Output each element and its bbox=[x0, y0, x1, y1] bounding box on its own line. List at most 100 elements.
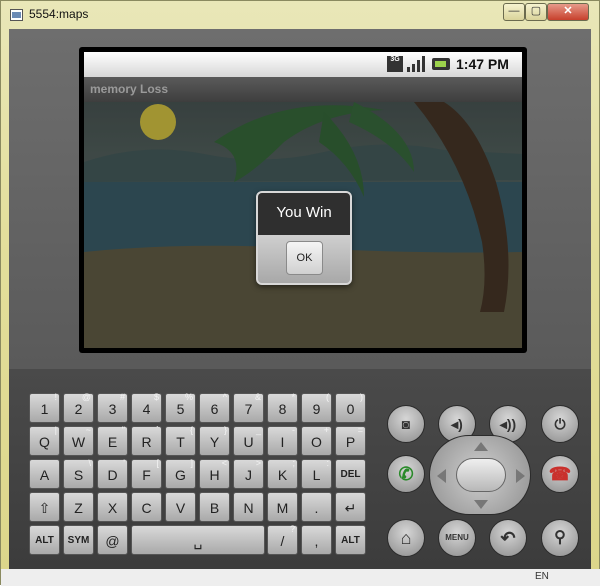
key[interactable]: , bbox=[301, 525, 332, 555]
key[interactable]: X bbox=[97, 492, 128, 522]
key[interactable]: 1! bbox=[29, 392, 60, 423]
dpad-up-icon[interactable] bbox=[474, 442, 488, 451]
key-label: @ bbox=[105, 533, 120, 549]
key-alt-label: : bbox=[326, 458, 329, 468]
key[interactable]: ALT bbox=[335, 525, 366, 555]
key[interactable]: @ bbox=[97, 525, 128, 555]
window-title: 5554:maps bbox=[29, 7, 89, 21]
key-label: 9 bbox=[312, 401, 321, 417]
key[interactable]: 2 @ bbox=[63, 392, 94, 423]
key[interactable]: 3 # bbox=[97, 392, 128, 423]
key[interactable]: R ` bbox=[131, 425, 162, 456]
key[interactable]: SYM bbox=[63, 525, 94, 555]
key[interactable]: P = bbox=[335, 425, 366, 456]
key[interactable]: 4 $ bbox=[131, 392, 162, 423]
power-icon[interactable]: ⏻ bbox=[541, 405, 579, 443]
key-label: F bbox=[142, 467, 151, 483]
key[interactable]: U _ bbox=[233, 425, 264, 456]
key-label: W bbox=[71, 434, 86, 450]
key[interactable]: V bbox=[165, 492, 196, 522]
key[interactable]: D ' bbox=[97, 458, 128, 489]
emulator-window: 5554:maps — ▢ ✕ 3G 1:47 PM memory Loss Y… bbox=[0, 0, 600, 586]
key[interactable]: 7 & bbox=[233, 392, 264, 423]
win-dialog: You Win OK bbox=[256, 191, 352, 285]
end-call-icon[interactable]: ☎ bbox=[541, 455, 579, 493]
key-label: 8 bbox=[278, 401, 287, 417]
key[interactable]: 9( bbox=[301, 392, 332, 423]
key[interactable]: ↵ bbox=[335, 492, 366, 522]
key-label: T bbox=[176, 434, 185, 450]
key-label: G bbox=[175, 467, 186, 483]
key-alt-label: [ bbox=[156, 458, 159, 468]
key[interactable]: W ~ bbox=[63, 425, 94, 456]
dpad-right-icon[interactable] bbox=[516, 469, 525, 483]
key[interactable]: H < bbox=[199, 458, 230, 489]
key-label: C bbox=[141, 500, 152, 516]
key[interactable]: L: bbox=[301, 458, 332, 489]
title-bar[interactable]: 5554:maps — ▢ ✕ bbox=[1, 1, 599, 29]
key[interactable]: T{ bbox=[165, 425, 196, 456]
key[interactable]: . bbox=[301, 492, 332, 522]
key[interactable]: 0) bbox=[335, 392, 366, 423]
key[interactable]: ALT bbox=[29, 525, 60, 555]
maximize-button[interactable]: ▢ bbox=[525, 3, 547, 21]
key[interactable]: Z bbox=[63, 492, 94, 522]
ok-button[interactable]: OK bbox=[286, 241, 323, 275]
dpad[interactable] bbox=[429, 435, 531, 515]
key[interactable]: K; bbox=[267, 458, 298, 489]
key[interactable]: 6 ^ bbox=[199, 392, 230, 423]
key[interactable]: O + bbox=[301, 425, 332, 456]
key-label: 2 bbox=[74, 401, 83, 417]
dpad-left-icon[interactable] bbox=[437, 469, 446, 483]
key[interactable]: B bbox=[199, 492, 230, 522]
key[interactable]: N bbox=[233, 492, 264, 522]
key-label: V bbox=[175, 500, 186, 516]
hardware-controls: 1! 2 @3 #4 $5% 6 ^ 7 & 8 * 9(0) Q | W ~ E " R ` T{Y} U _ I - O + P =… bbox=[9, 369, 591, 569]
key[interactable]: G] bbox=[165, 458, 196, 489]
key[interactable]: /? bbox=[267, 524, 298, 555]
close-button[interactable]: ✕ bbox=[547, 3, 589, 21]
key-label: ↵ bbox=[344, 500, 357, 516]
key[interactable]: 5% bbox=[165, 392, 196, 423]
key-label: K bbox=[277, 467, 288, 483]
key[interactable]: Y} bbox=[199, 425, 230, 456]
key[interactable]: A bbox=[29, 459, 60, 489]
key[interactable]: I- bbox=[267, 425, 298, 456]
key-alt-label: # bbox=[119, 392, 125, 402]
key[interactable]: M bbox=[267, 492, 298, 522]
dpad-center-button[interactable] bbox=[456, 458, 506, 492]
dpad-down-icon[interactable] bbox=[474, 500, 488, 509]
key-alt-label: ` bbox=[156, 425, 159, 435]
key[interactable]: 8 * bbox=[267, 392, 298, 423]
key-alt-label: % bbox=[184, 392, 193, 402]
back-icon[interactable]: ↶ bbox=[489, 519, 527, 557]
search-icon[interactable]: ⚲ bbox=[541, 519, 579, 557]
call-icon[interactable]: ✆ bbox=[387, 455, 425, 493]
key[interactable]: F[ bbox=[131, 458, 162, 489]
key-alt-label: \ bbox=[88, 458, 91, 468]
key-label: ⇧ bbox=[38, 500, 51, 516]
language-indicator[interactable]: EN bbox=[535, 571, 549, 582]
key-alt-label: ) bbox=[360, 392, 363, 402]
app-window-icon bbox=[10, 9, 23, 21]
key[interactable]: S \ bbox=[63, 458, 94, 489]
minimize-button[interactable]: — bbox=[503, 3, 525, 21]
key-label: 6 bbox=[210, 401, 219, 417]
key[interactable]: DEL bbox=[335, 459, 366, 489]
key-label: ␣ bbox=[193, 533, 203, 549]
key[interactable]: C bbox=[131, 492, 162, 522]
key-label: A bbox=[39, 467, 50, 483]
key-alt-label: + bbox=[323, 425, 329, 435]
key[interactable]: ⇧ bbox=[29, 492, 60, 522]
camera-icon[interactable]: ◙ bbox=[387, 405, 425, 443]
device-screen[interactable]: 3G 1:47 PM memory Loss You Win OK bbox=[84, 52, 522, 348]
key[interactable]: E " bbox=[97, 425, 128, 456]
home-icon[interactable]: ⌂ bbox=[387, 519, 425, 557]
menu-button[interactable]: MENU bbox=[438, 519, 476, 557]
space-key[interactable]: ␣ bbox=[131, 525, 265, 555]
key[interactable]: J > bbox=[233, 458, 264, 489]
key-label: E bbox=[107, 434, 118, 450]
key[interactable]: Q | bbox=[29, 425, 60, 456]
key-label: H bbox=[209, 467, 220, 483]
key-label: 0 bbox=[346, 401, 355, 417]
